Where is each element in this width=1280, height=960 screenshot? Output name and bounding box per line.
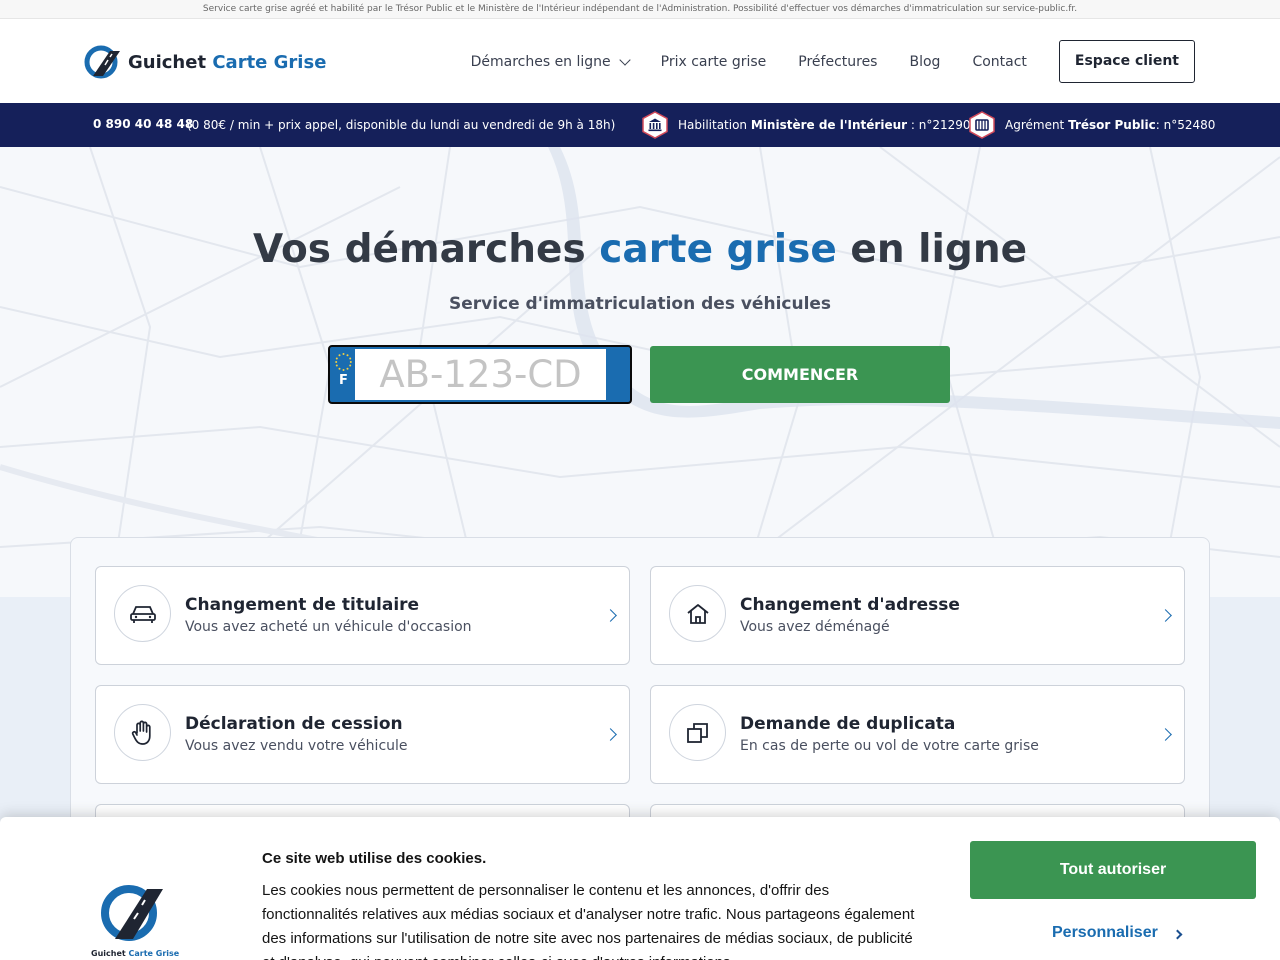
logo-road-icon bbox=[84, 45, 120, 79]
card-changement-adresse[interactable]: Changement d'adresse Vous avez déménagé bbox=[650, 566, 1185, 665]
tresor-name: Trésor Public bbox=[1068, 118, 1156, 132]
ministere-name: Ministère de l'Intérieur bbox=[750, 118, 908, 132]
chevron-down-icon bbox=[618, 53, 631, 66]
nav-prefectures[interactable]: Préfectures bbox=[798, 54, 877, 70]
top-notice: Service carte grise agréé et habilité pa… bbox=[0, 0, 1280, 19]
cookie-banner: Guichet Carte Grise Ce site web utilise … bbox=[0, 817, 1280, 960]
card-description: Vous avez vendu votre véhicule bbox=[185, 738, 408, 754]
nav-contact[interactable]: Contact bbox=[972, 54, 1026, 70]
cookie-logo: Guichet Carte Grise bbox=[91, 883, 179, 958]
logo-text: Guichet Carte Grise bbox=[128, 52, 326, 73]
card-demande-duplicata[interactable]: Demande de duplicata En cas de perte ou … bbox=[650, 685, 1185, 784]
hero-section: Vos démarches carte grise en ligne Servi… bbox=[0, 147, 1280, 597]
map-background bbox=[0, 147, 1280, 597]
card-title: Déclaration de cession bbox=[185, 714, 403, 734]
chevron-right-icon bbox=[1159, 728, 1172, 741]
nav-demarches-label: Démarches en ligne bbox=[470, 53, 611, 70]
hero-title-part1: Vos démarches bbox=[252, 227, 586, 272]
nav-prix[interactable]: Prix carte grise bbox=[661, 54, 767, 70]
phone-number[interactable]: 0 890 40 48 48 bbox=[93, 117, 193, 131]
espace-client-button[interactable]: Espace client bbox=[1058, 40, 1195, 83]
phone-note: (0 80€ / min + prix appel, disponible du… bbox=[187, 118, 616, 132]
treasury-icon bbox=[969, 111, 995, 139]
tresor-number: : n°52480 bbox=[1155, 118, 1216, 132]
chevron-right-icon bbox=[604, 728, 617, 741]
start-button[interactable]: COMMENCER bbox=[650, 346, 950, 403]
main-nav: Démarches en ligne Prix carte grise Préf… bbox=[471, 40, 1195, 83]
cookie-logo-primary: Guichet bbox=[91, 949, 126, 958]
duplicate-icon bbox=[686, 722, 708, 743]
ministere-badge: Habilitation Ministère de l'Intérieur : … bbox=[641, 111, 978, 139]
hero-title: Vos démarches carte grise en ligne bbox=[0, 227, 1280, 272]
chevron-right-icon bbox=[1172, 929, 1183, 940]
plate-input[interactable] bbox=[355, 349, 606, 400]
card-description: En cas de perte ou vol de votre carte gr… bbox=[740, 738, 1039, 754]
allow-all-button[interactable]: Tout autoriser bbox=[970, 841, 1256, 899]
tresor-prefix: Agrément bbox=[1005, 118, 1065, 132]
site-header: Guichet Carte Grise Démarches en ligne P… bbox=[0, 19, 1280, 103]
ministere-prefix: Habilitation bbox=[678, 118, 748, 132]
card-description: Vous avez déménagé bbox=[740, 619, 890, 635]
card-title: Changement d'adresse bbox=[740, 595, 960, 615]
car-icon bbox=[129, 605, 156, 623]
cookie-logo-text: Guichet Carte Grise bbox=[91, 949, 179, 958]
customize-button[interactable]: Personnaliser bbox=[1052, 924, 1183, 942]
hero-title-part2: en ligne bbox=[850, 227, 1028, 272]
card-description: Vous avez acheté un véhicule d'occasion bbox=[185, 619, 472, 635]
logo-primary: Guichet bbox=[128, 51, 207, 73]
tresor-badge: Agrément Trésor Public: n°52480 bbox=[968, 111, 1215, 139]
card-icon-circle bbox=[669, 585, 726, 642]
cookie-text: Les cookies nous permettent de personnal… bbox=[262, 882, 915, 960]
hero-subtitle: Service d'immatriculation des véhicules bbox=[448, 294, 832, 314]
card-icon-circle bbox=[114, 585, 171, 642]
card-declaration-cession[interactable]: Déclaration de cession Vous avez vendu v… bbox=[95, 685, 630, 784]
eu-flag-band: F bbox=[332, 349, 355, 400]
card-title: Changement de titulaire bbox=[185, 595, 420, 615]
logo-road-icon bbox=[101, 885, 163, 941]
hand-icon bbox=[131, 720, 151, 745]
info-bar: 0 890 40 48 48 (0 80€ / min + prix appel… bbox=[0, 103, 1280, 147]
customize-label: Personnaliser bbox=[1052, 924, 1158, 941]
card-icon-circle bbox=[114, 704, 171, 761]
eu-stars-icon bbox=[335, 353, 352, 371]
chevron-right-icon bbox=[1159, 609, 1172, 622]
hero-title-accent: carte grise bbox=[599, 227, 837, 272]
nav-demarches[interactable]: Démarches en ligne bbox=[470, 53, 631, 70]
chevron-right-icon bbox=[604, 609, 617, 622]
house-icon bbox=[686, 603, 709, 624]
card-title: Demande de duplicata bbox=[740, 714, 956, 734]
card-changement-titulaire[interactable]: Changement de titulaire Vous avez acheté… bbox=[95, 566, 630, 665]
cookie-logo-accent: Carte Grise bbox=[128, 949, 180, 958]
ministry-building-icon bbox=[642, 111, 668, 139]
nav-blog[interactable]: Blog bbox=[909, 54, 940, 70]
license-plate-field: F bbox=[328, 345, 632, 404]
card-icon-circle bbox=[669, 704, 726, 761]
plate-country-code: F bbox=[339, 373, 348, 388]
logo-accent: Carte Grise bbox=[212, 51, 327, 73]
cookie-title: Ce site web utilise des cookies. bbox=[262, 850, 487, 867]
site-logo[interactable]: Guichet Carte Grise bbox=[84, 45, 326, 79]
